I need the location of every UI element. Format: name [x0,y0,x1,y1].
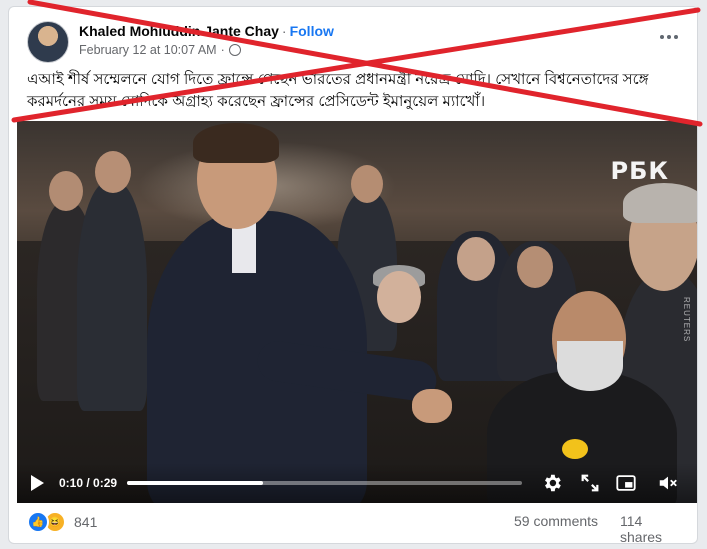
globe-icon [228,44,241,56]
reaction-count: 841 [74,514,98,530]
video-frame [17,121,697,503]
author-avatar[interactable] [27,21,69,63]
more-options-icon[interactable] [655,27,683,47]
picture-in-picture-icon[interactable] [615,472,637,494]
author-name[interactable]: Khaled Mohiuddin Jante Chay [79,23,279,39]
video-time: 0:10 / 0:29 [59,476,117,490]
post-footer: 👍 😆 841 59 comments 114 shares [27,509,687,543]
gear-icon[interactable] [541,472,563,494]
video-duration: 0:29 [93,476,118,490]
like-reaction-icon: 👍 [27,511,49,533]
time-separator: / [83,476,94,490]
play-icon[interactable] [31,475,44,491]
name-separator: · [281,23,287,39]
reaction-summary[interactable]: 👍 😆 841 [27,511,97,533]
post-header: Khaled Mohiuddin Jante Chay · Follow Febru… [27,21,683,65]
video-player[interactable]: РБК REUTERS 0:10 / 0:29 [17,121,697,503]
post-meta: February 12 at 10:07 AM · [79,43,241,57]
author-row: Khaled Mohiuddin Jante Chay · Follow [79,23,334,39]
broadcaster-logo: РБК [610,157,669,185]
fullscreen-icon[interactable] [579,472,601,494]
comments-count[interactable]: 59 comments [514,513,598,529]
volume-muted-icon[interactable] [657,472,679,494]
video-progress-bar[interactable] [127,481,522,485]
post-timestamp[interactable]: February 12 at 10:07 AM [79,43,217,57]
video-progress-fill [127,481,264,485]
facebook-post-card: Khaled Mohiuddin Jante Chay · Follow Febru… [8,6,698,544]
current-time: 0:10 [59,476,84,490]
post-text: এআই শীর্ষ সম্মেলনে যোগ দিতে ফ্রান্সে গেছ… [27,71,649,110]
shares-count[interactable]: 114 shares [620,513,687,543]
follow-button[interactable]: Follow [290,23,334,39]
video-watermark: REUTERS [682,297,691,343]
video-controls: 0:10 / 0:29 [17,463,697,503]
meta-separator: · [220,43,225,57]
